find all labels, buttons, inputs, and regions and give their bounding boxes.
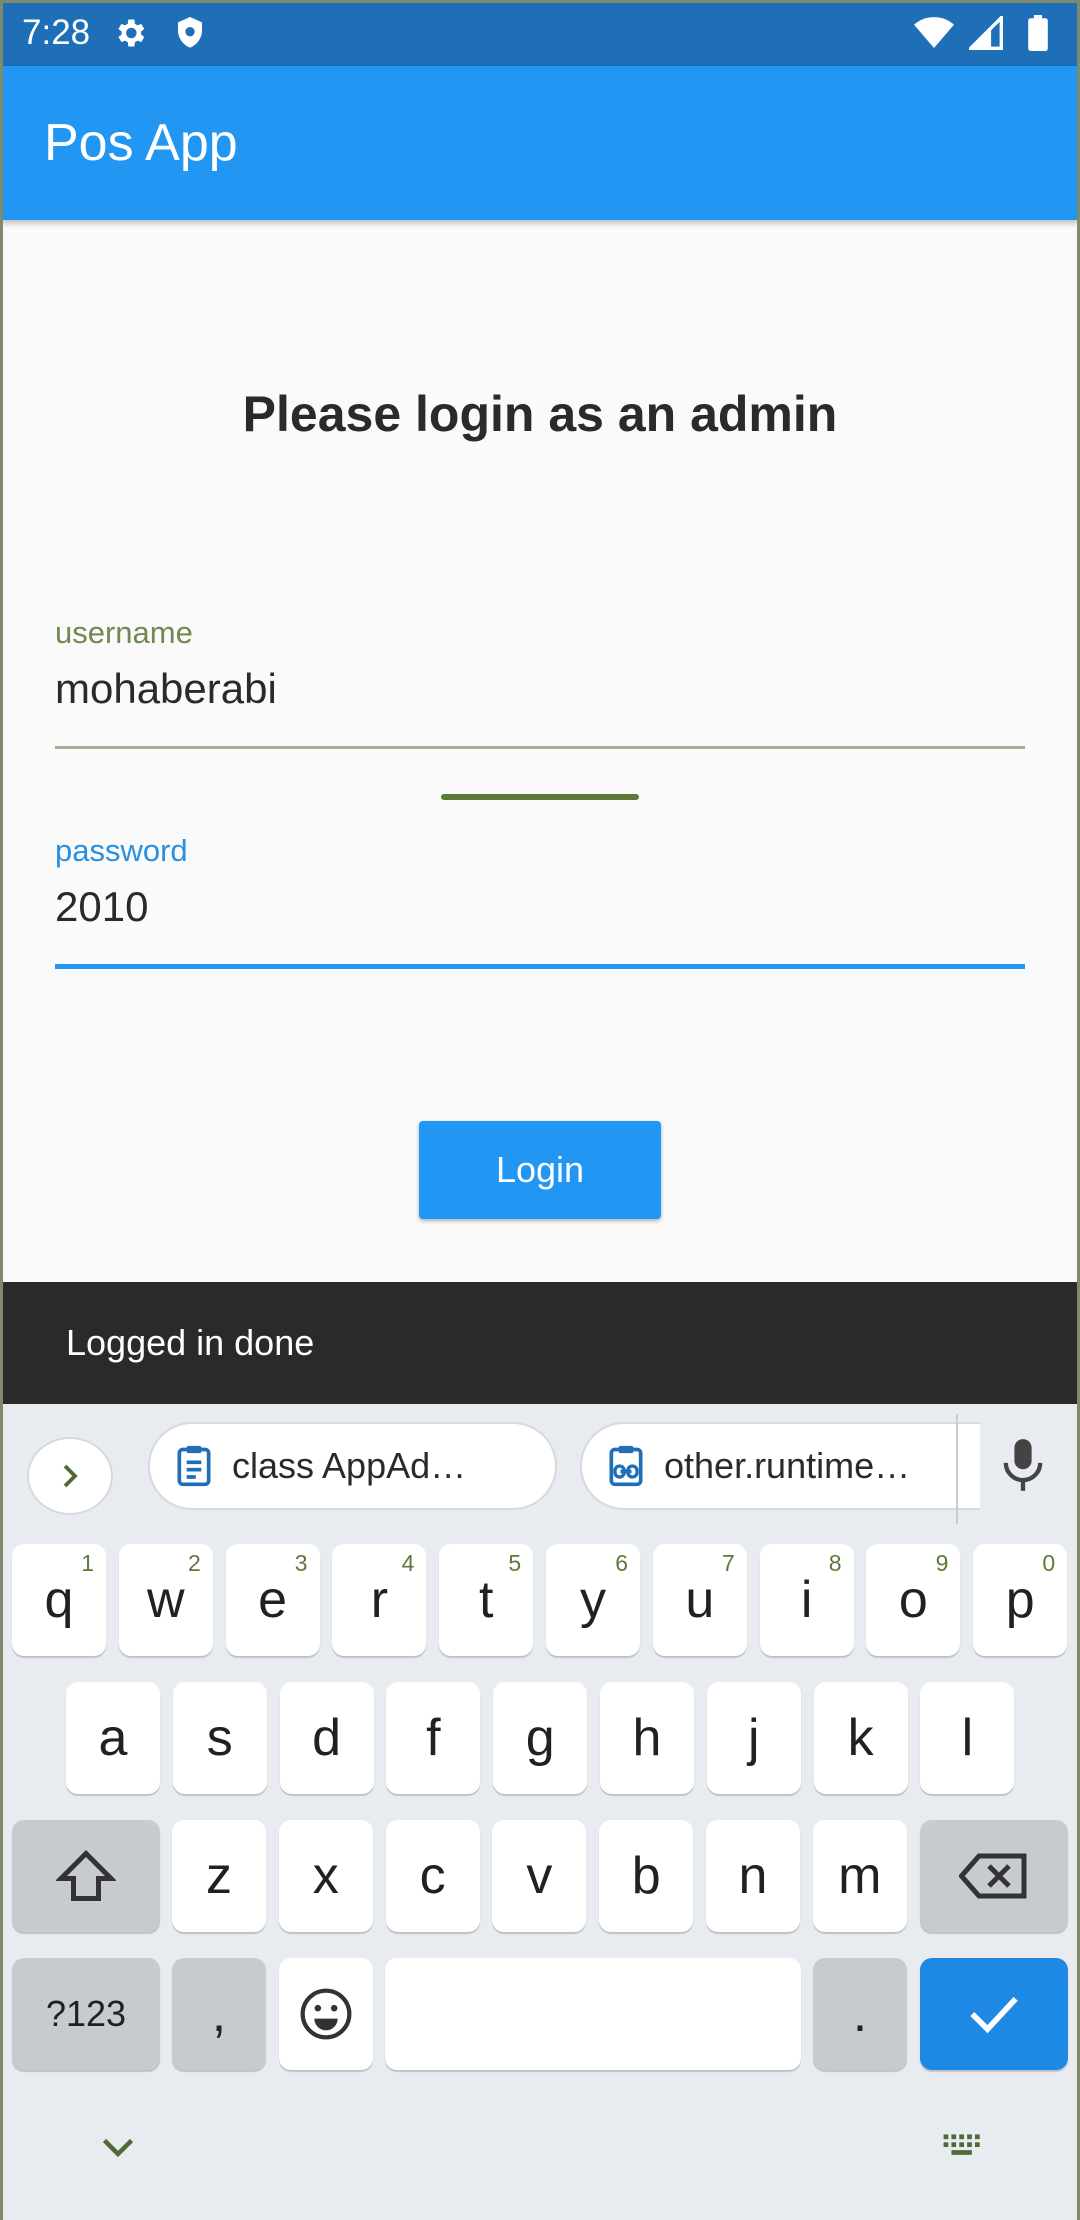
key-r[interactable]: r4 xyxy=(332,1544,427,1656)
key-hint-6: 6 xyxy=(615,1550,628,1576)
key-h[interactable]: h xyxy=(600,1682,694,1794)
username-underline xyxy=(55,746,1025,749)
signal-icon xyxy=(966,13,1006,53)
clipboard-suggestion-1-text: class AppAd… xyxy=(232,1445,467,1486)
clipboard-suggestion-2-text: other.runtime… xyxy=(664,1445,911,1486)
password-field[interactable]: password 2010 xyxy=(55,833,1025,973)
key-t[interactable]: t5 xyxy=(439,1544,534,1656)
snackbar-message: Logged in done xyxy=(66,1322,315,1363)
wifi-icon xyxy=(914,13,954,53)
chevron-right-icon xyxy=(63,1464,78,1488)
backspace-icon xyxy=(959,1853,1027,1899)
soft-keyboard: class AppAd… other.runtime… q1w2e3r4t5y6… xyxy=(0,1404,1080,2220)
username-value[interactable]: mohaberabi xyxy=(55,665,1025,713)
key-o[interactable]: o9 xyxy=(866,1544,961,1656)
key-b[interactable]: b xyxy=(599,1820,694,1932)
app-title: Pos App xyxy=(44,114,238,172)
backspace-key[interactable] xyxy=(920,1820,1068,1932)
clipboard-suggestion-2[interactable]: other.runtime… xyxy=(580,1422,980,1510)
key-y[interactable]: y6 xyxy=(546,1544,640,1656)
key-hint-3: 3 xyxy=(294,1550,308,1576)
status-bar: 7:28 xyxy=(0,0,1080,66)
key-v[interactable]: v xyxy=(492,1820,587,1932)
login-button[interactable]: Login xyxy=(419,1121,661,1219)
enter-key[interactable] xyxy=(920,1958,1068,2070)
key-c[interactable]: c xyxy=(385,1820,480,1932)
expand-toolbar-button[interactable] xyxy=(27,1437,113,1515)
checkmark-icon xyxy=(970,1996,1018,2034)
battery-icon xyxy=(1018,13,1058,53)
clipboard-suggestion-1[interactable]: class AppAd… xyxy=(148,1422,557,1510)
key-n[interactable]: n xyxy=(706,1820,800,1932)
suggestion-strip: class AppAd… other.runtime… xyxy=(0,1404,1080,1524)
password-value[interactable]: 2010 xyxy=(55,883,1025,931)
home-gesture-bar[interactable] xyxy=(441,794,639,800)
shift-icon xyxy=(56,1849,116,1901)
keyboard-switch-icon[interactable] xyxy=(942,2132,986,2162)
key-hint-8: 8 xyxy=(828,1550,842,1576)
shield-icon xyxy=(170,13,210,53)
key-s[interactable]: s xyxy=(172,1682,267,1794)
voice-input-button[interactable] xyxy=(990,1432,1056,1498)
key-hint-4: 4 xyxy=(401,1550,415,1576)
username-field[interactable]: username mohaberabi xyxy=(55,615,1025,750)
shift-key[interactable] xyxy=(12,1820,160,1932)
login-heading: Please login as an admin xyxy=(242,386,838,442)
keyboard-nav-row xyxy=(0,2122,1080,2220)
key-d[interactable]: d xyxy=(279,1682,374,1794)
key-g[interactable]: g xyxy=(493,1682,588,1794)
key-a[interactable]: a xyxy=(66,1682,160,1794)
key-l[interactable]: l xyxy=(920,1682,1015,1794)
microphone-icon xyxy=(1003,1439,1043,1491)
clipboard-link-icon xyxy=(609,1445,643,1487)
key-u[interactable]: u7 xyxy=(652,1544,747,1656)
key-z[interactable]: z xyxy=(172,1820,266,1932)
key-f[interactable]: f xyxy=(386,1682,481,1794)
key-hint-7: 7 xyxy=(722,1550,735,1576)
key-j[interactable]: j xyxy=(706,1682,801,1794)
key-w[interactable]: w2 xyxy=(118,1544,213,1656)
key-hint-5: 5 xyxy=(508,1550,522,1576)
suggestion-divider xyxy=(956,1414,958,1524)
password-underline xyxy=(55,964,1025,969)
username-label: username xyxy=(55,615,193,650)
key-hint-1: 1 xyxy=(81,1550,94,1576)
period-key[interactable]: . xyxy=(813,1958,907,2070)
settings-icon xyxy=(110,13,150,53)
password-label: password xyxy=(55,833,188,868)
key-hint-0: 0 xyxy=(1042,1550,1056,1576)
emoji-icon xyxy=(300,1988,352,2040)
key-hint-9: 9 xyxy=(935,1550,949,1576)
key-hint-2: 2 xyxy=(188,1550,201,1576)
key-q[interactable]: q1 xyxy=(12,1544,106,1656)
symbols-key[interactable]: ?123 xyxy=(12,1958,160,2070)
hide-keyboard-chevron-icon[interactable] xyxy=(100,2136,136,2160)
status-time: 7:28 xyxy=(22,13,91,52)
emoji-key[interactable] xyxy=(279,1958,373,2070)
key-p[interactable]: p0 xyxy=(973,1544,1068,1656)
space-key[interactable] xyxy=(385,1958,801,2070)
key-e[interactable]: e3 xyxy=(225,1544,320,1656)
key-i[interactable]: i8 xyxy=(759,1544,854,1656)
key-x[interactable]: x xyxy=(278,1820,373,1932)
key-m[interactable]: m xyxy=(812,1820,907,1932)
clipboard-icon xyxy=(177,1445,211,1487)
app-bar: Pos App xyxy=(0,66,1080,220)
snackbar: Logged in done xyxy=(0,1282,1080,1404)
key-k[interactable]: k xyxy=(813,1682,908,1794)
comma-key[interactable]: , xyxy=(172,1958,266,2070)
